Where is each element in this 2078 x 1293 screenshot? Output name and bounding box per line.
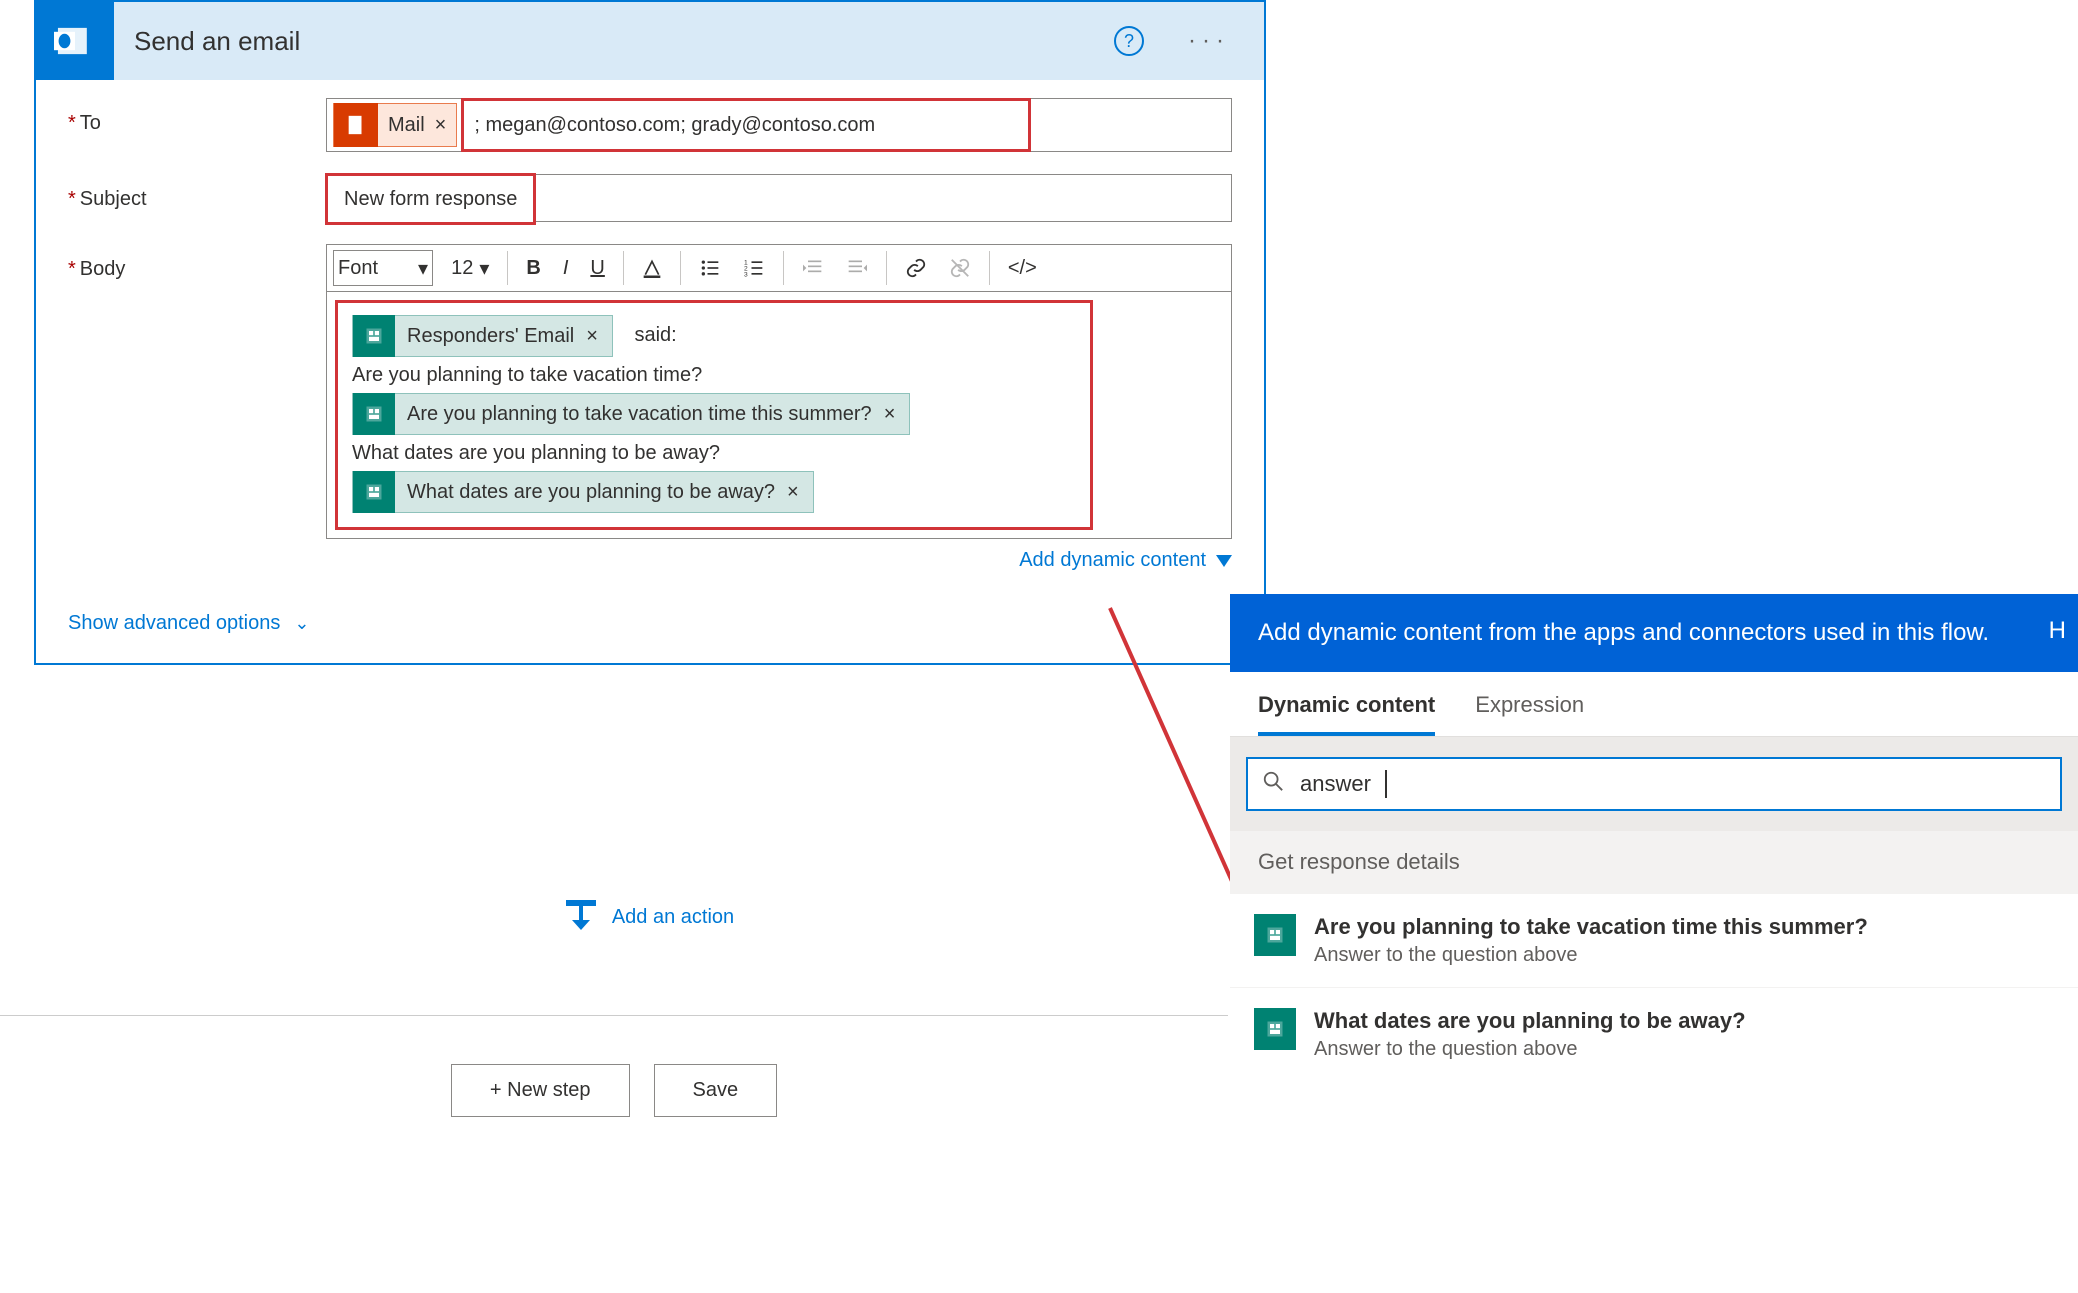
dc-item-sub: Answer to the question above (1314, 1038, 1746, 1061)
dc-item-sub: Answer to the question above (1314, 944, 1868, 967)
link-button[interactable] (901, 257, 931, 279)
font-size-select[interactable]: 12 ▾ (447, 256, 493, 281)
body-editor[interactable]: Responders' Email × said: Are you planni… (326, 292, 1232, 539)
numbered-list-button[interactable]: 123 (739, 258, 769, 278)
tab-expression[interactable]: Expression (1475, 692, 1584, 736)
row-to: *To Mail × ; megan@contoso.com; grady@co… (68, 98, 1232, 152)
dc-item-q1[interactable]: Are you planning to take vacation time t… (1230, 893, 2078, 987)
subject-value: New form response (344, 188, 517, 211)
dc-hide-link[interactable]: H (2049, 614, 2066, 648)
show-advanced-options-link[interactable]: Show advanced options ⌄ (68, 612, 1232, 635)
unlink-button[interactable] (945, 257, 975, 279)
bold-button[interactable]: B (522, 257, 544, 280)
search-icon (1262, 770, 1284, 798)
font-select[interactable]: Font ▾ (333, 250, 433, 286)
add-action-icon (566, 900, 596, 934)
caret-down-icon: ▾ (479, 256, 489, 281)
dc-banner: Add dynamic content from the apps and co… (1230, 594, 2078, 672)
dc-tabs: Dynamic content Expression (1230, 672, 2078, 737)
add-action-button[interactable]: Add an action (34, 880, 1266, 954)
card-body: *To Mail × ; megan@contoso.com; grady@co… (36, 80, 1264, 663)
code-view-button[interactable]: </> (1004, 257, 1041, 280)
token-remove[interactable]: × (787, 474, 799, 510)
token-label: Responders' Email (407, 318, 574, 354)
token-mail[interactable]: Mail × (333, 103, 457, 147)
token-label: Are you planning to take vacation time t… (407, 396, 872, 432)
dc-item-q2[interactable]: What dates are you planning to be away? … (1230, 987, 2078, 1081)
token-mail-remove[interactable]: × (435, 114, 447, 137)
add-dynamic-label: Add dynamic content (1019, 549, 1206, 572)
label-body: *Body (68, 244, 326, 281)
forms-icon (353, 471, 395, 513)
card-header: Send an email ? ··· (36, 2, 1264, 80)
bullet-list-button[interactable] (695, 258, 725, 278)
forms-icon (353, 315, 395, 357)
dc-item-title: Are you planning to take vacation time t… (1314, 914, 1868, 940)
dc-search-wrap: answer (1230, 737, 2078, 831)
to-text-highlight[interactable]: ; megan@contoso.com; grady@contoso.com (461, 98, 1031, 152)
tab-dynamic-content[interactable]: Dynamic content (1258, 692, 1435, 736)
font-color-button[interactable] (638, 258, 666, 278)
dc-banner-text: Add dynamic content from the apps and co… (1258, 619, 1989, 646)
forms-icon (353, 393, 395, 435)
token-responders-email[interactable]: Responders' Email × (352, 315, 613, 357)
token-label: What dates are you planning to be away? (407, 474, 775, 510)
body-said: said: (634, 324, 676, 346)
outlook-icon (36, 2, 114, 80)
token-mail-label: Mail (388, 114, 425, 137)
card-title: Send an email (134, 26, 1094, 57)
office-icon (334, 103, 378, 147)
save-button[interactable]: Save (654, 1064, 778, 1117)
help-icon[interactable]: ? (1114, 26, 1144, 56)
dc-search-input[interactable]: answer (1246, 757, 2062, 811)
body-line2: What dates are you planning to be away? (352, 435, 1076, 471)
chevron-down-icon: ⌄ (294, 613, 309, 634)
indent-button[interactable] (842, 258, 872, 278)
font-size-value: 12 (451, 257, 473, 280)
dynamic-content-panel: Add dynamic content from the apps and co… (1230, 594, 2078, 1081)
underline-button[interactable]: U (586, 257, 608, 280)
more-menu-icon[interactable]: ··· (1164, 27, 1246, 55)
font-label: Font (338, 257, 378, 280)
forms-icon (1254, 914, 1296, 956)
token-q1[interactable]: Are you planning to take vacation time t… (352, 393, 910, 435)
label-to: *To (68, 98, 326, 135)
caret-down-icon (1216, 555, 1232, 567)
dc-search-value: answer (1300, 771, 1371, 797)
add-dynamic-content-link[interactable]: Add dynamic content (326, 549, 1232, 572)
dc-item-title: What dates are you planning to be away? (1314, 1008, 1746, 1034)
to-input[interactable]: Mail × ; megan@contoso.com; grady@contos… (326, 98, 1232, 152)
action-card-send-email: Send an email ? ··· *To Mail × (34, 0, 1266, 665)
bottom-button-bar: + New step Save (0, 1015, 1228, 1117)
text-cursor (1385, 770, 1387, 798)
caret-down-icon: ▾ (418, 256, 428, 281)
token-q2[interactable]: What dates are you planning to be away? … (352, 471, 814, 513)
subject-input[interactable]: New form response (326, 174, 1232, 222)
to-text-value: ; megan@contoso.com; grady@contoso.com (474, 114, 875, 137)
new-step-button[interactable]: + New step (451, 1064, 630, 1117)
italic-button[interactable]: I (559, 257, 573, 280)
row-body: *Body Font ▾ 12 ▾ B I U (68, 244, 1232, 572)
body-line1: Are you planning to take vacation time? (352, 357, 1076, 393)
add-action-label: Add an action (612, 906, 734, 929)
token-remove[interactable]: × (884, 396, 896, 432)
svg-text:3: 3 (744, 271, 748, 278)
show-advanced-label: Show advanced options (68, 612, 280, 635)
dc-section-header: Get response details (1230, 831, 2078, 893)
body-highlight: Responders' Email × said: Are you planni… (335, 300, 1093, 530)
row-subject: *Subject New form response (68, 174, 1232, 222)
label-subject: *Subject (68, 174, 326, 211)
token-remove[interactable]: × (586, 318, 598, 354)
subject-highlight: New form response (325, 173, 536, 225)
forms-icon (1254, 1008, 1296, 1050)
rte-toolbar: Font ▾ 12 ▾ B I U (326, 244, 1232, 292)
outdent-button[interactable] (798, 258, 828, 278)
